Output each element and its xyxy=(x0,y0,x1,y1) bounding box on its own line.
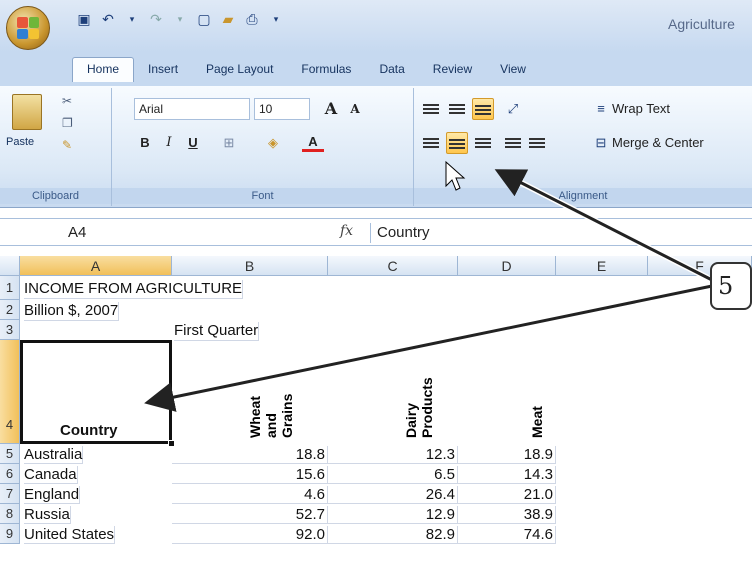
mouse-cursor-icon xyxy=(445,160,466,191)
callout-arrows xyxy=(144,160,714,412)
arrow-to-cell-a4 xyxy=(144,284,713,412)
arrow-to-center-button xyxy=(494,169,713,282)
step-callout: 5 xyxy=(710,262,752,310)
